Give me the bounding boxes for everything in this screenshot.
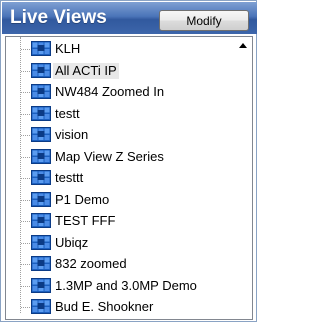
tree-branch-line [21, 199, 30, 201]
list-item[interactable]: KLH [6, 38, 234, 60]
camera-view-icon [31, 41, 51, 56]
camera-view-icon [31, 62, 51, 78]
list-item[interactable]: 1.3MP and 3.0MP Demo [6, 275, 234, 297]
list-item-label: Map View Z Series [55, 148, 164, 164]
camera-view-icon [31, 170, 51, 185]
camera-view-icon [31, 256, 51, 271]
list-item[interactable]: All ACTi IP [6, 60, 234, 82]
tree-branch-line [21, 156, 30, 158]
list-item-label: P1 Demo [55, 191, 110, 207]
list-item[interactable]: TEST FFF [6, 210, 234, 232]
list-item-label: testtt [55, 170, 84, 185]
tree-branch-line [21, 178, 30, 179]
tree-branch-line [21, 113, 30, 115]
modify-button[interactable]: Modify [159, 10, 249, 31]
live-views-panel: Live Views Modify KLH All ACTi IP NW484 Zo… [0, 0, 257, 322]
views-list[interactable]: KLH All ACTi IP NW484 Zoomed In testt vision… [5, 36, 253, 320]
list-item-label: 1.3MP and 3.0MP Demo [55, 277, 197, 293]
list-item[interactable]: testtt [6, 167, 234, 189]
list-item-label: All ACTi IP [53, 62, 119, 79]
list-item[interactable]: NW484 Zoomed In [6, 81, 234, 103]
camera-view-icon [31, 277, 51, 293]
list-item[interactable]: 832 zoomed [6, 253, 234, 275]
list-item-label: TEST FFF [55, 213, 116, 228]
camera-view-icon [31, 191, 51, 207]
list-item[interactable]: Map View Z Series [6, 146, 234, 168]
list-item-label: Bud E. Shookner [55, 299, 154, 314]
tree-branch-line [21, 285, 30, 287]
tree-branch-line [21, 264, 30, 265]
views-tree: KLH All ACTi IP NW484 Zoomed In testt vision… [6, 37, 234, 319]
list-item-label: KLH [55, 41, 81, 56]
list-item[interactable]: vision [6, 124, 234, 146]
tree-branch-line [21, 307, 30, 308]
vertical-scrollbar[interactable] [234, 37, 252, 319]
camera-view-icon [31, 127, 51, 142]
panel-title: Live Views [10, 7, 107, 28]
scroll-thumb[interactable] [235, 55, 251, 313]
camera-view-icon [31, 84, 51, 99]
camera-view-icon [31, 234, 51, 250]
tree-branch-line [21, 242, 30, 244]
list-item-label: testt [55, 105, 80, 121]
camera-view-icon [31, 299, 51, 314]
list-item-label: vision [55, 127, 89, 142]
list-item[interactable]: Bud E. Shookner [6, 296, 234, 318]
tree-branch-line [21, 70, 30, 72]
list-item[interactable]: testt [6, 103, 234, 125]
list-item[interactable]: Ubiqz [6, 232, 234, 254]
scroll-up-button[interactable] [234, 37, 252, 54]
list-item-label: NW484 Zoomed In [55, 84, 165, 99]
tree-branch-line [21, 221, 30, 222]
list-item-label: Ubiqz [55, 234, 89, 250]
camera-view-icon [31, 213, 51, 228]
list-item-label: 832 zoomed [55, 256, 127, 271]
camera-view-icon [31, 148, 51, 164]
scroll-up-arrow-icon [239, 43, 247, 48]
camera-view-icon [31, 105, 51, 121]
tree-branch-line [21, 49, 30, 50]
tree-branch-line [21, 92, 30, 93]
tree-branch-line [21, 135, 30, 136]
list-item[interactable]: P1 Demo [6, 189, 234, 211]
panel-header: Live Views Modify [2, 2, 257, 34]
